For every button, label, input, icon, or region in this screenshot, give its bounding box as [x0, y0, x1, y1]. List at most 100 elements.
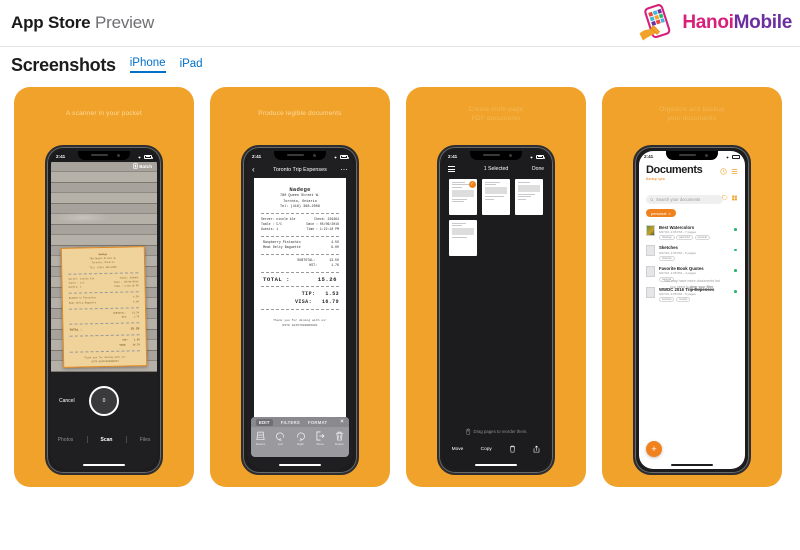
tag: drawings — [659, 235, 675, 241]
add-document-button[interactable]: + — [646, 441, 662, 457]
list-item[interactable]: Best Watercolors 6/27/16, 2:05 PM – 7 pa… — [646, 222, 738, 243]
more-dots-icon[interactable]: ⋯ — [341, 166, 349, 174]
camera-mode-row: Photos Scan Files — [51, 436, 157, 443]
pages-grid-view: 2:41 1 Selected Done ✓ Drag pages to reo… — [443, 151, 549, 469]
documents-header: Documents Backup sync — [646, 164, 738, 181]
cancel-button[interactable]: Cancel — [59, 398, 75, 404]
tool-move[interactable]: Move — [316, 431, 325, 446]
page-thumbnail[interactable] — [515, 179, 543, 215]
rotate-right-icon — [296, 432, 305, 441]
tag-icon[interactable] — [722, 195, 728, 201]
scanned-receipt-page: Nadege 780 Queen Street W. Toronto, Onta… — [254, 178, 346, 417]
move-button[interactable]: Move — [452, 447, 464, 452]
page-thumbnail-grid — [449, 179, 543, 409]
receipt-preview: Nadege 780 Queen Street W. Toronto, Onta… — [60, 246, 148, 368]
tool-rotate-right[interactable]: Right — [296, 431, 306, 446]
tool-delete[interactable]: Delete — [335, 431, 344, 446]
page-thumbnail[interactable] — [482, 179, 510, 215]
receipt-item-2-price: 9.00 — [133, 299, 139, 304]
page-title-light: Preview — [94, 13, 155, 32]
screenshot-card-4[interactable]: Organize and backup your documents 2:41 … — [602, 87, 782, 487]
batch-button[interactable]: Batch — [133, 163, 152, 169]
list-view-icon[interactable] — [448, 166, 455, 172]
mode-photos[interactable]: Photos — [58, 437, 74, 443]
receipt-time: Time : 1:22:18 PM — [114, 284, 139, 289]
chevron-left-icon[interactable]: ‹ — [252, 165, 255, 174]
document-meta: 6/27/16, 2:05 PM – 4 pages — [659, 271, 696, 276]
mode-files[interactable]: Files — [140, 437, 151, 443]
receipt-thanks-block: Thank you for dining with us! HST# 82457… — [261, 318, 339, 328]
tag: personal — [694, 235, 710, 241]
clock-icon[interactable] — [720, 168, 727, 175]
phone-frame-4: 2:41 Documents Backup sync Search your d… — [633, 145, 751, 475]
list-toggle-icon[interactable] — [731, 168, 738, 175]
page-thumbnail[interactable] — [449, 220, 477, 256]
batch-icon — [133, 163, 138, 169]
document-tags: drawings watercolor personal — [659, 235, 710, 241]
mode-scan[interactable]: Scan — [101, 437, 113, 443]
divider — [125, 436, 127, 443]
selection-title: 1 Selected — [483, 166, 509, 172]
divider — [261, 308, 339, 310]
share-icon[interactable] — [533, 445, 540, 453]
receipt-tip-label: TIP: — [301, 290, 316, 297]
edit-tab-row: EDIT FILTERS FORMAT × — [251, 417, 349, 427]
site-logo[interactable]: Hanoi Mobile — [636, 2, 792, 44]
document-meta: 6/27/16, 2:05 PM – 5 pages — [659, 292, 696, 297]
screenshot-card-3[interactable]: Create multi-page PDF documents 2:41 1 S… — [406, 87, 586, 487]
camera-view: Nadege 780 Queen Street W. Toronto, Onta… — [51, 151, 157, 469]
move-out-icon — [316, 431, 325, 441]
receipt-item-2-price: 9.00 — [331, 245, 339, 250]
tab-format[interactable]: FORMAT — [308, 420, 327, 425]
done-button[interactable]: Done — [532, 166, 544, 172]
tab-filters[interactable]: FILTERS — [281, 420, 300, 425]
receipt-total-row: TOTAL : 15.26 — [261, 276, 339, 283]
document-thumbnail — [646, 265, 655, 277]
divider — [261, 253, 339, 255]
status-time: 2:41 — [644, 154, 654, 159]
chip-close-icon[interactable]: × — [668, 211, 670, 216]
card-1-caption: A scanner in your pocket — [66, 110, 142, 117]
screenshot-card-1[interactable]: A scanner in your pocket Nadege 780 Quee… — [14, 87, 194, 487]
document-thumbnail — [646, 224, 655, 236]
list-item[interactable]: Sketches 6/27/16, 2:05 PM – 5 pages draw… — [646, 243, 738, 264]
page-thumbnail[interactable] — [449, 179, 477, 215]
card-3-caption-line2: PDF documents — [471, 115, 521, 123]
search-icon — [650, 197, 654, 202]
tool-resize[interactable]: Resize — [256, 431, 265, 446]
edit-tool-row: Resize Left Right Move Delete — [251, 427, 349, 446]
batch-label: Batch — [139, 163, 152, 169]
copy-button[interactable]: Copy — [481, 447, 492, 452]
shutter-button[interactable]: 0 — [89, 386, 119, 416]
receipt-subtotals: SUBTOTAL: 13.50 HST: 1.76 — [261, 258, 339, 269]
receipt-hst-value: 1.76 — [331, 263, 339, 268]
tab-ipad[interactable]: iPad — [180, 58, 203, 72]
clear-filter-link[interactable]: clear your filter — [690, 285, 713, 289]
tab-iphone[interactable]: iPhone — [129, 57, 166, 73]
receipt-total-label: TOTAL : — [263, 275, 290, 283]
search-input[interactable]: Search your documents — [646, 195, 723, 204]
status-badge — [734, 248, 737, 252]
document-title: Toronto Trip Expenses — [273, 166, 327, 173]
documents-list: Best Watercolors 6/27/16, 2:05 PM – 7 pa… — [646, 222, 738, 305]
divider — [68, 272, 139, 275]
search-trailing-icons — [722, 195, 738, 201]
close-icon[interactable]: × — [340, 419, 344, 425]
card-4-caption: Organize and backup your documents — [602, 105, 782, 124]
divider — [261, 285, 339, 287]
phone-frame-1: Nadege 780 Queen Street W. Toronto, Onta… — [45, 145, 163, 475]
divider — [68, 291, 139, 295]
receipt-footer-code: HST# 824579890R0001 — [91, 359, 119, 364]
filter-chip-personal[interactable]: personal × — [646, 209, 676, 217]
status-badge — [734, 269, 737, 272]
filter-chip-label: personal — [651, 210, 667, 216]
filter-icon[interactable] — [731, 195, 738, 201]
phone-notch — [78, 151, 130, 160]
receipt-tel: Tel: (416) 368-2009 — [89, 265, 117, 269]
divider — [261, 213, 339, 215]
divider — [69, 350, 140, 353]
tab-edit[interactable]: EDIT — [256, 418, 273, 426]
screenshot-card-2[interactable]: Produce legible documents 2:41 ‹ Toronto… — [210, 87, 390, 487]
trash-icon[interactable] — [509, 445, 516, 453]
tool-rotate-left[interactable]: Left — [275, 431, 285, 446]
